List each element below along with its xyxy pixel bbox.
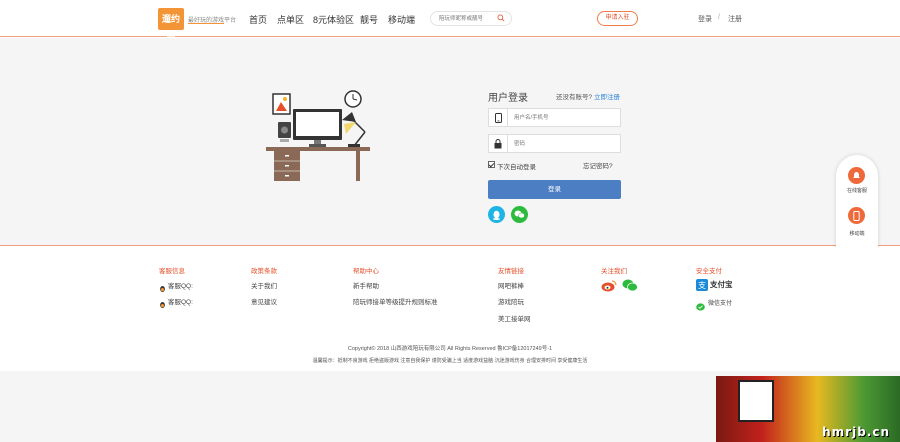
alipay-logo: 支 支付宝 xyxy=(696,278,738,292)
bell-icon xyxy=(853,172,860,178)
footer-head-links: 友情链接 xyxy=(498,268,524,275)
footer-head-follow: 关注我们 xyxy=(601,268,627,275)
nav-trial-zone[interactable]: 8元体验区 xyxy=(313,13,354,26)
weibo-icon[interactable] xyxy=(601,279,617,292)
nav-premium-number[interactable]: 靓号 xyxy=(360,13,378,26)
watermark-banner: hmrjb.cn xyxy=(716,376,900,442)
footer-link-3[interactable]: 美工接单网 xyxy=(498,313,531,323)
no-account-text: 还没有账号? xyxy=(556,94,593,101)
qq-login-button[interactable] xyxy=(488,206,505,223)
footer-wechat-pay: 微信支付 xyxy=(708,301,733,307)
footer-link-1[interactable]: 网吧裤棒 xyxy=(498,280,524,290)
mobile-label: 移动端 xyxy=(849,231,865,237)
auto-login-checkbox[interactable] xyxy=(488,161,495,168)
footer-newbie-help[interactable]: 新手帮助 xyxy=(353,280,379,290)
qq-icon xyxy=(493,210,500,220)
password-input[interactable] xyxy=(514,138,614,149)
wechat-login-button[interactable] xyxy=(511,206,528,223)
footer-link-2[interactable]: 游戏陪玩 xyxy=(498,296,524,306)
login-section xyxy=(0,38,900,246)
lock-icon xyxy=(489,135,508,152)
register-link[interactable]: 注册 xyxy=(728,14,742,24)
online-service-button[interactable] xyxy=(848,167,865,184)
search-icon[interactable] xyxy=(497,14,505,22)
svg-text:支: 支 xyxy=(698,280,706,290)
password-field xyxy=(488,134,621,153)
copyright-text: Copyright© 2018 山西游戏陪玩有限公司 All Rights Re… xyxy=(347,346,553,352)
footer-service-qq-2[interactable]: 客服QQ: xyxy=(168,296,193,306)
apply-join-button[interactable]: 申请入驻 xyxy=(597,11,638,26)
wechat-pay-icon xyxy=(696,298,705,311)
alipay-label: 支付宝 xyxy=(710,280,733,289)
wechat-icon xyxy=(514,210,525,219)
footer-head-service: 客服信息 xyxy=(159,268,185,275)
nav-order-zone[interactable]: 点单区 xyxy=(277,13,304,26)
footer-level-rules[interactable]: 陪玩师接单等级提升规则标准 xyxy=(353,296,438,306)
online-service-label: 在线客服 xyxy=(846,188,867,194)
footer-head-payment: 安全支付 xyxy=(696,268,722,275)
footer-service-qq-1[interactable]: 客服QQ: xyxy=(168,280,193,290)
footer-feedback[interactable]: 意见建议 xyxy=(251,296,277,306)
watermark-text: hmrjb.cn xyxy=(822,425,890,439)
health-notice: 温馨提示：抵制不良游戏 拒绝盗版游戏 注意自我保护 谨防受骗上当 适度游戏益脑 … xyxy=(312,358,588,364)
phone-icon xyxy=(853,210,860,221)
site-footer xyxy=(0,247,900,371)
search-box xyxy=(430,11,512,26)
footer-about-us[interactable]: 关于我们 xyxy=(251,280,277,290)
username-field xyxy=(488,108,621,127)
login-title: 用户登录 xyxy=(488,93,528,104)
link-separator: / xyxy=(718,14,720,21)
login-link[interactable]: 登录 xyxy=(698,14,712,24)
nav-home[interactable]: 首页 xyxy=(249,13,267,26)
site-logo[interactable]: 遛约团 xyxy=(158,8,184,46)
auto-login-label: 下次自动登录 xyxy=(497,164,536,171)
phone-icon xyxy=(489,109,508,126)
qq-icon xyxy=(159,280,166,292)
username-input[interactable] xyxy=(514,112,614,123)
watermark-seal xyxy=(738,380,774,422)
desk-illustration xyxy=(266,90,370,181)
login-submit-button[interactable]: 登录 xyxy=(488,180,621,199)
slogan-underline xyxy=(188,23,224,24)
search-input[interactable] xyxy=(439,14,499,24)
footer-head-help: 帮助中心 xyxy=(353,268,379,275)
mobile-button[interactable] xyxy=(848,207,865,224)
footer-head-policy: 政策条款 xyxy=(251,268,277,275)
register-now-link[interactable]: 立即注册 xyxy=(594,91,620,101)
qq-icon xyxy=(159,296,166,308)
forgot-password-link[interactable]: 忘记密码? xyxy=(583,160,613,170)
nav-mobile[interactable]: 移动端 xyxy=(388,13,415,26)
wechat-icon[interactable] xyxy=(622,279,638,292)
